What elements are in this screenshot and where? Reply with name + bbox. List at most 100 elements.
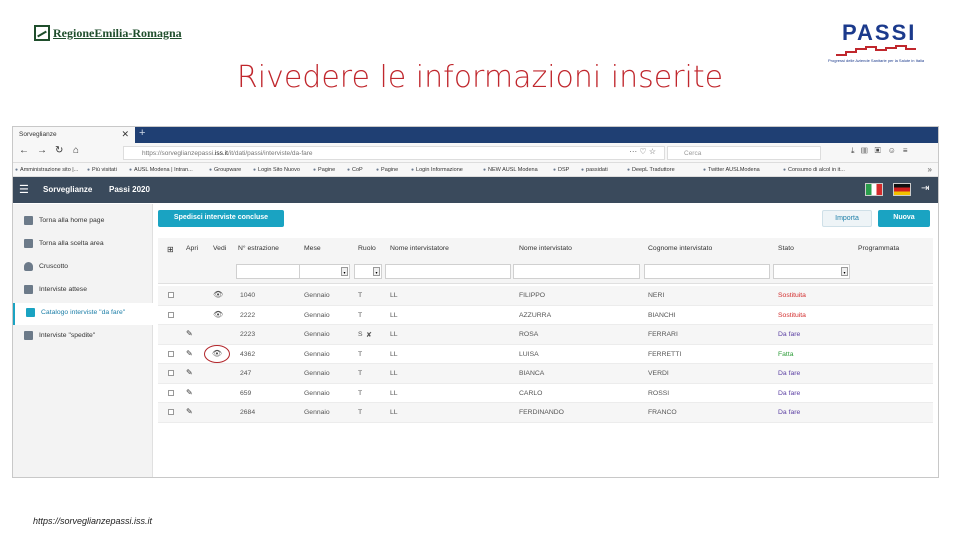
logo-text: RegioneEmilia-Romagna [53,25,182,40]
column-header[interactable]: Apri [186,245,198,252]
cell-ruolo: S [358,331,363,338]
row-checkbox[interactable] [168,370,174,376]
column-header[interactable]: Nome intervistato [519,245,572,252]
sidebar-item-home[interactable]: Torna alla home page [13,211,153,233]
table-row: 👁 1040 Gennaio T LL FILIPPO NERI Sostitu… [158,286,933,306]
more-bookmarks-icon[interactable]: » [928,165,932,174]
cell-nome: LUISA [519,350,539,358]
chevron-down-icon: ▾ [341,267,348,276]
app-header: ☰ Sorveglianze Passi 2020 ⇥ [13,177,938,203]
bookmark-item[interactable]: Pagine [376,167,398,173]
filter-stato[interactable]: ▾ [773,264,850,279]
sidebar-item-dashboard[interactable]: Cruscotto [13,257,153,279]
cell-stato: Fatta [778,350,794,358]
row-checkbox[interactable] [168,389,174,396]
clipboard-icon [26,308,35,317]
cell-stato: Sostituita [778,292,806,299]
cell-estrazione: 2223 [240,331,256,338]
toolbar-icons[interactable]: ⤓▥▣☺≡ [851,146,915,156]
bookmark-item[interactable]: Twitter AUSLModena [703,167,760,173]
bookmark-item[interactable]: Login Informazione [411,167,463,173]
bookmark-item[interactable]: NEW AUSL Modena [483,167,538,173]
row-checkbox[interactable] [168,311,174,318]
cell-nome: ROSA [519,331,539,338]
bookmark-item[interactable]: DeepL Traduttore [627,167,675,173]
close-icon[interactable]: ✕ [121,129,129,140]
column-header[interactable]: Vedi [213,245,226,252]
search-input[interactable]: Cerca [667,146,821,160]
cell-ruolo: T [358,292,363,299]
pencil-icon[interactable]: ✎ [186,349,193,358]
url-bar[interactable]: https://sorveglianzepassi.iss.it/it/dati… [123,146,665,160]
filter-cognome[interactable] [644,264,770,279]
cell-nome: FERDINANDO [519,409,564,416]
sidebar-item-label: Interviste "spedite" [39,332,96,339]
row-checkbox[interactable] [168,350,174,357]
cell-ruolo: T [358,409,363,416]
italian-flag-icon[interactable] [865,183,883,196]
new-button[interactable]: Nuova [878,210,930,227]
pencil-icon[interactable]: ✎ [186,368,193,377]
bookmark-item[interactable]: DSP [553,167,569,173]
cell-mese: Gennaio [304,370,330,377]
bookmark-item[interactable]: passidati [581,167,608,173]
bookmark-item[interactable]: CoP [347,167,363,173]
passi-logo-word: PASSI [842,20,917,45]
bookmark-item[interactable]: Amministrazione sito |... [15,167,78,173]
table-body: 👁 1040 Gennaio T LL FILIPPO NERI Sostitu… [158,286,933,423]
cell-intervistatore: LL [390,311,398,319]
home-icon[interactable]: ⌂ [73,145,79,156]
bookmark-item[interactable]: Pagine [313,167,335,173]
pencil-icon[interactable]: ✎ [186,407,193,416]
list-icon [24,239,33,248]
column-header[interactable]: Ruolo [358,245,376,252]
logout-icon[interactable]: ⇥ [921,183,929,194]
menu-icon[interactable]: ☰ [19,183,29,196]
column-header[interactable]: Nome intervistatore [390,245,449,252]
column-header[interactable]: Stato [778,245,794,252]
sidebar-item-todo-catalog[interactable]: Catalogo interviste "da fare" [13,303,153,325]
import-button[interactable]: Importa [822,210,872,227]
pencil-icon[interactable]: ✎ [186,329,193,338]
chevron-down-icon: ▾ [373,267,380,276]
url-host: iss.it [214,150,228,157]
bookmark-item[interactable]: AUSL Modena | Intran... [129,167,193,173]
eye-icon[interactable]: 👁 [213,310,223,319]
slide: RegioneEmilia-Romagna PASSI Progressi de… [0,0,960,540]
row-checkbox[interactable] [168,292,174,298]
eye-icon[interactable]: 👁 [213,290,223,299]
page-actions-icon[interactable]: ··· ♡ ☆ [629,147,656,156]
table-row: ✎ 247 Gennaio T LL BIANCA VERDI Da fare [158,364,933,384]
filter-nome[interactable] [513,264,640,279]
bookmark-item[interactable]: Più visitati [87,167,117,173]
pencil-icon[interactable]: ✎ [186,388,193,397]
filter-mese[interactable]: ▾ [299,264,350,279]
column-header[interactable]: N° estrazione [238,245,279,252]
german-flag-icon[interactable] [893,183,911,196]
back-icon[interactable]: ← [19,145,29,156]
bookmark-item[interactable]: Consumo di alcol in it... [783,167,845,173]
row-checkbox[interactable] [168,409,174,415]
send-completed-button[interactable]: Spedisci interviste concluse [158,210,284,227]
column-header[interactable]: Programmata [858,245,899,252]
cell-stato: Sostituita [778,311,806,319]
forward-icon[interactable]: → [37,145,47,156]
survey-name: Passi 2020 [109,185,150,194]
bookmark-item[interactable]: Groupware [209,167,241,173]
eye-icon[interactable]: 👁 [204,344,230,363]
sidebar-item-label: Catalogo interviste "da fare" [41,309,126,316]
new-tab-icon[interactable]: + [139,127,145,139]
column-header[interactable]: Cognome intervistato [648,245,712,252]
filter-intervistatore[interactable] [385,264,511,279]
sidebar-item-expected[interactable]: Interviste attese [13,280,153,302]
filter-ruolo[interactable]: ▾ [354,264,382,279]
reload-icon[interactable]: ↻ [55,145,63,156]
slide-title: Rivedere le informazioni inserite [236,60,724,95]
cell-estrazione: 2222 [240,311,256,319]
sidebar-item-area[interactable]: Torna alla scelta area [13,234,153,256]
column-header[interactable]: Mese [304,245,321,252]
bookmark-item[interactable]: Login Sito Nuovo [253,167,300,173]
column-picker-icon[interactable]: ⊞ [167,245,174,254]
browser-tab[interactable]: Sorveglianze ✕ [13,127,135,143]
sidebar-item-sent[interactable]: Interviste "spedite" [13,326,153,348]
